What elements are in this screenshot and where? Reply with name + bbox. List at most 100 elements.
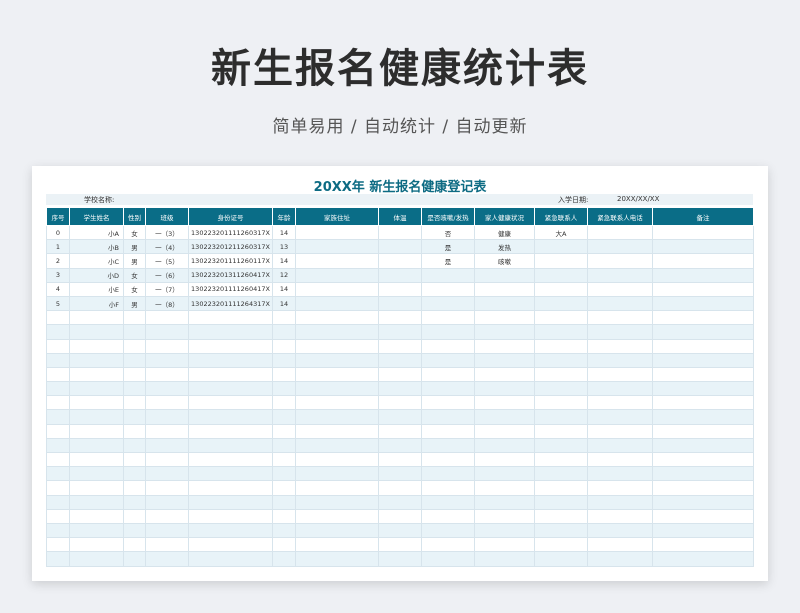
table-cell[interactable] [295, 295, 379, 312]
table-cell[interactable] [123, 522, 146, 539]
table-cell[interactable] [421, 480, 475, 496]
table-cell[interactable] [652, 338, 754, 354]
table-cell[interactable] [474, 324, 535, 340]
table-cell[interactable] [587, 224, 653, 241]
table-cell[interactable] [421, 437, 475, 454]
table-cell[interactable]: 发热 [474, 239, 535, 255]
table-cell[interactable] [46, 409, 70, 425]
table-cell[interactable] [652, 381, 754, 397]
table-cell[interactable] [295, 409, 379, 425]
table-cell[interactable] [69, 338, 124, 354]
table-cell[interactable]: 女 [123, 281, 146, 297]
table-cell[interactable] [534, 338, 588, 354]
table-cell[interactable]: 一（3） [145, 224, 189, 241]
table-cell[interactable] [145, 537, 189, 553]
table-cell[interactable] [587, 267, 653, 283]
table-cell[interactable] [123, 310, 146, 326]
table-cell[interactable]: 130223201111260417X [188, 281, 273, 297]
table-cell[interactable] [378, 494, 422, 510]
table-cell[interactable] [534, 310, 588, 326]
table-cell[interactable] [46, 366, 70, 383]
table-cell[interactable] [652, 437, 754, 454]
table-cell[interactable]: 3 [46, 267, 70, 283]
table-cell[interactable]: 14 [272, 281, 296, 297]
table-cell[interactable] [652, 409, 754, 425]
table-cell[interactable]: 4 [46, 281, 70, 297]
table-cell[interactable] [378, 409, 422, 425]
table-cell[interactable] [69, 437, 124, 454]
table-cell[interactable] [46, 338, 70, 354]
table-cell[interactable] [587, 395, 653, 411]
table-cell[interactable] [652, 451, 754, 468]
table-cell[interactable] [378, 324, 422, 340]
table-cell[interactable] [421, 395, 475, 411]
table-cell[interactable] [534, 437, 588, 454]
table-cell[interactable] [145, 508, 189, 524]
table-cell[interactable] [295, 338, 379, 354]
table-cell[interactable]: 否 [421, 224, 475, 241]
table-cell[interactable] [295, 310, 379, 326]
table-cell[interactable] [474, 466, 535, 482]
table-cell[interactable] [652, 239, 754, 255]
table-cell[interactable]: 小A [69, 224, 124, 241]
table-cell[interactable] [145, 522, 189, 539]
table-cell[interactable] [69, 551, 124, 567]
table-cell[interactable] [587, 551, 653, 567]
table-cell[interactable] [145, 395, 189, 411]
table-cell[interactable] [587, 409, 653, 425]
table-cell[interactable]: 女 [123, 224, 146, 241]
table-cell[interactable] [421, 409, 475, 425]
table-cell[interactable] [587, 437, 653, 454]
table-cell[interactable] [188, 466, 273, 482]
table-cell[interactable] [272, 451, 296, 468]
table-cell[interactable] [421, 551, 475, 567]
table-cell[interactable] [421, 423, 475, 439]
table-cell[interactable] [145, 310, 189, 326]
table-cell[interactable] [378, 466, 422, 482]
table-cell[interactable]: 大A [534, 224, 588, 241]
table-cell[interactable] [295, 395, 379, 411]
table-cell[interactable] [421, 494, 475, 510]
table-cell[interactable] [145, 324, 189, 340]
table-cell[interactable] [534, 466, 588, 482]
table-cell[interactable] [295, 466, 379, 482]
table-cell[interactable] [378, 522, 422, 539]
table-cell[interactable] [474, 522, 535, 539]
table-cell[interactable] [295, 239, 379, 255]
table-cell[interactable]: 小B [69, 239, 124, 255]
table-cell[interactable] [378, 338, 422, 354]
table-cell[interactable] [534, 508, 588, 524]
table-cell[interactable] [295, 224, 379, 241]
table-cell[interactable] [378, 267, 422, 283]
table-cell[interactable] [534, 281, 588, 297]
table-cell[interactable] [652, 522, 754, 539]
table-cell[interactable] [587, 480, 653, 496]
table-cell[interactable]: 2 [46, 253, 70, 269]
table-cell[interactable] [474, 437, 535, 454]
table-cell[interactable] [534, 551, 588, 567]
table-cell[interactable] [587, 352, 653, 368]
table-cell[interactable] [46, 537, 70, 553]
table-cell[interactable] [378, 239, 422, 255]
table-cell[interactable] [534, 295, 588, 312]
table-cell[interactable] [534, 366, 588, 383]
table-cell[interactable] [295, 451, 379, 468]
table-cell[interactable] [272, 409, 296, 425]
table-cell[interactable] [46, 437, 70, 454]
table-cell[interactable] [378, 451, 422, 468]
table-cell[interactable] [378, 437, 422, 454]
table-cell[interactable] [145, 437, 189, 454]
table-cell[interactable] [69, 522, 124, 539]
table-cell[interactable]: 一（5） [145, 253, 189, 269]
table-cell[interactable] [421, 466, 475, 482]
table-cell[interactable] [534, 480, 588, 496]
table-cell[interactable]: 一（8） [145, 295, 189, 312]
table-cell[interactable] [272, 537, 296, 553]
table-cell[interactable]: 130223201211260317X [188, 239, 273, 255]
table-cell[interactable] [145, 480, 189, 496]
table-cell[interactable] [534, 324, 588, 340]
table-cell[interactable] [378, 395, 422, 411]
table-cell[interactable] [587, 281, 653, 297]
table-cell[interactable] [145, 551, 189, 567]
table-cell[interactable] [295, 324, 379, 340]
